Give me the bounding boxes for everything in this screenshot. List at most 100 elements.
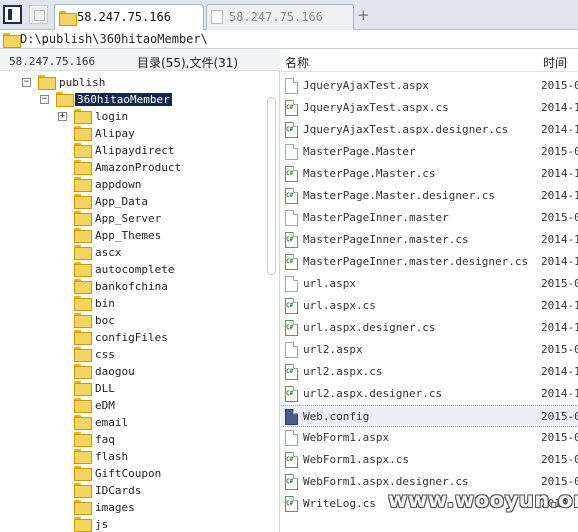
file-name: url.aspx.cs (303, 299, 376, 312)
file-name: WebForm1.aspx (303, 431, 390, 444)
csharp-file-icon (285, 496, 298, 512)
tree-node[interactable]: DLL (0, 380, 262, 397)
tree-node-label: GiftCoupon (95, 467, 162, 480)
file-icon (285, 210, 298, 226)
csharp-file-icon (285, 166, 298, 182)
collapse-icon[interactable]: − (22, 78, 31, 87)
file-name: url2.aspx.cs (303, 365, 383, 378)
tab-connection-active[interactable]: 58.247.75.166 (54, 4, 204, 31)
file-row[interactable]: MasterPage.Master 2015-0 (281, 141, 578, 163)
file-row[interactable]: MasterPageInner.master.designer.cs 2014-1 (281, 251, 578, 273)
file-time: 2015-0 (541, 211, 578, 224)
tree-node[interactable]: + login (0, 108, 262, 125)
tree-node[interactable]: images (0, 499, 262, 516)
tree-node-label: App_Server (95, 212, 162, 225)
tree-node[interactable]: GiftCoupon (0, 465, 262, 482)
tree-node[interactable]: App_Themes (0, 227, 262, 244)
tree-node[interactable]: faq (0, 431, 262, 448)
tree-node-label: login (95, 110, 129, 123)
tree-node[interactable]: css (0, 346, 262, 363)
tree-node[interactable]: App_Data (0, 193, 262, 210)
tree-node[interactable]: eDM (0, 397, 262, 414)
file-name: MasterPage.Master.designer.cs (303, 189, 496, 202)
tree-scrollbar[interactable] (265, 75, 278, 530)
folder-icon (74, 126, 92, 141)
tree-node[interactable]: App_Server (0, 210, 262, 227)
csharp-file-icon (285, 188, 298, 204)
folder-icon (74, 211, 92, 226)
window-icon[interactable] (29, 5, 48, 24)
tree-node[interactable]: Alipaydirect (0, 142, 262, 159)
tree-node-label: bin (95, 297, 115, 310)
file-name: MasterPageInner.master.cs (303, 233, 469, 246)
file-row[interactable]: url.aspx.designer.cs 2014-1 (281, 317, 578, 339)
current-path: D:\publish\360hitaoMember\ (20, 32, 208, 46)
tree-node[interactable]: Alipay (0, 125, 262, 142)
scrollbar-thumb[interactable] (267, 97, 276, 275)
tree-node-label: eDM (95, 399, 115, 412)
column-header-name[interactable]: 名称 (285, 54, 309, 71)
file-name: MasterPageInner.master (303, 211, 449, 224)
file-row[interactable]: url2.aspx 2015-0 (281, 339, 578, 361)
tree-node-label: App_Themes (95, 229, 162, 242)
file-row[interactable]: MasterPage.Master.designer.cs 2014-1 (281, 185, 578, 207)
file-row[interactable]: MasterPageInner.master 2015-0 (281, 207, 578, 229)
tree-node[interactable]: bankofchina (0, 278, 262, 295)
file-row[interactable]: MasterPage.Master.cs 2014-1 (281, 163, 578, 185)
file-icon (285, 342, 298, 358)
folder-icon (74, 381, 92, 396)
tree-node[interactable]: − 360hitaoMember (0, 91, 262, 108)
file-row[interactable]: WebForm1.aspx.cs 2015-0 (281, 449, 578, 471)
expand-icon[interactable]: + (58, 112, 67, 121)
tree-node-label: faq (95, 433, 115, 446)
tree-node[interactable]: daogou (0, 363, 262, 380)
file-time: 2014-1 (541, 233, 578, 246)
file-row[interactable]: Web.config 2015-0 (281, 405, 578, 427)
tab-bar: 58.247.75.166 58.247.75.166 + (0, 0, 578, 31)
folder-icon (74, 500, 92, 515)
file-row[interactable]: JqueryAjaxTest.aspx.cs 2014-1 (281, 97, 578, 119)
tree-node[interactable]: boc (0, 312, 262, 329)
tree-node[interactable]: − publish (0, 74, 262, 91)
tree-node[interactable]: js (0, 516, 262, 532)
tree-node[interactable]: IDCards (0, 482, 262, 499)
collapse-icon[interactable]: − (40, 95, 49, 104)
tree-node[interactable]: AmazonProduct (0, 159, 262, 176)
panel-toggle-icon[interactable] (3, 5, 22, 24)
tab-connection-inactive[interactable]: 58.247.75.166 (206, 4, 354, 30)
tree-node-label: App_Data (95, 195, 148, 208)
tree-node-label: Alipaydirect (95, 144, 175, 157)
tree-node[interactable]: appdown (0, 176, 262, 193)
tree-node[interactable]: flash (0, 448, 262, 465)
file-row[interactable]: JqueryAjaxTest.aspx 2015-0 (281, 75, 578, 97)
tree-node-label: publish (59, 76, 106, 89)
folder-icon (74, 449, 92, 464)
file-row[interactable]: url2.aspx.designer.cs 2014-1 (281, 383, 578, 405)
file-time: 2014-1 (541, 387, 578, 400)
tree-node-label: css (95, 348, 115, 361)
file-row[interactable]: url.aspx.cs 2014-1 (281, 295, 578, 317)
file-name: MasterPage.Master.cs (303, 167, 436, 180)
folder-icon (74, 398, 92, 413)
file-row[interactable]: WebForm1.aspx 2015-0 (281, 427, 578, 449)
tree-node[interactable]: email (0, 414, 262, 431)
tree-node[interactable]: autocomplete (0, 261, 262, 278)
file-list-header: 名称 时间 (281, 50, 578, 72)
tree-node-label: js (95, 518, 109, 531)
file-time: 2015-0 (541, 145, 578, 158)
tree-node[interactable]: ascx (0, 244, 262, 261)
file-row[interactable]: JqueryAjaxTest.aspx.designer.cs 2014-1 (281, 119, 578, 141)
file-name: MasterPageInner.master.designer.cs (303, 255, 529, 268)
tree-node[interactable]: bin (0, 295, 262, 312)
tree-node[interactable]: configFiles (0, 329, 262, 346)
directory-tree[interactable]: − publish − 360hitaoMember + login Alipay Alipa… (0, 71, 264, 532)
file-row[interactable]: MasterPageInner.master.cs 2014-1 (281, 229, 578, 251)
add-tab-button[interactable]: + (357, 6, 370, 24)
file-time: 2015-0 (541, 431, 578, 444)
csharp-file-icon (285, 122, 298, 138)
column-header-time[interactable]: 时间 (543, 54, 567, 71)
file-row[interactable]: url.aspx 2015-0 (281, 273, 578, 295)
file-name: url2.aspx.designer.cs (303, 387, 443, 400)
file-row[interactable]: url2.aspx.cs 2014-1 (281, 361, 578, 383)
path-bar[interactable]: D:\publish\360hitaoMember\ (0, 30, 578, 49)
